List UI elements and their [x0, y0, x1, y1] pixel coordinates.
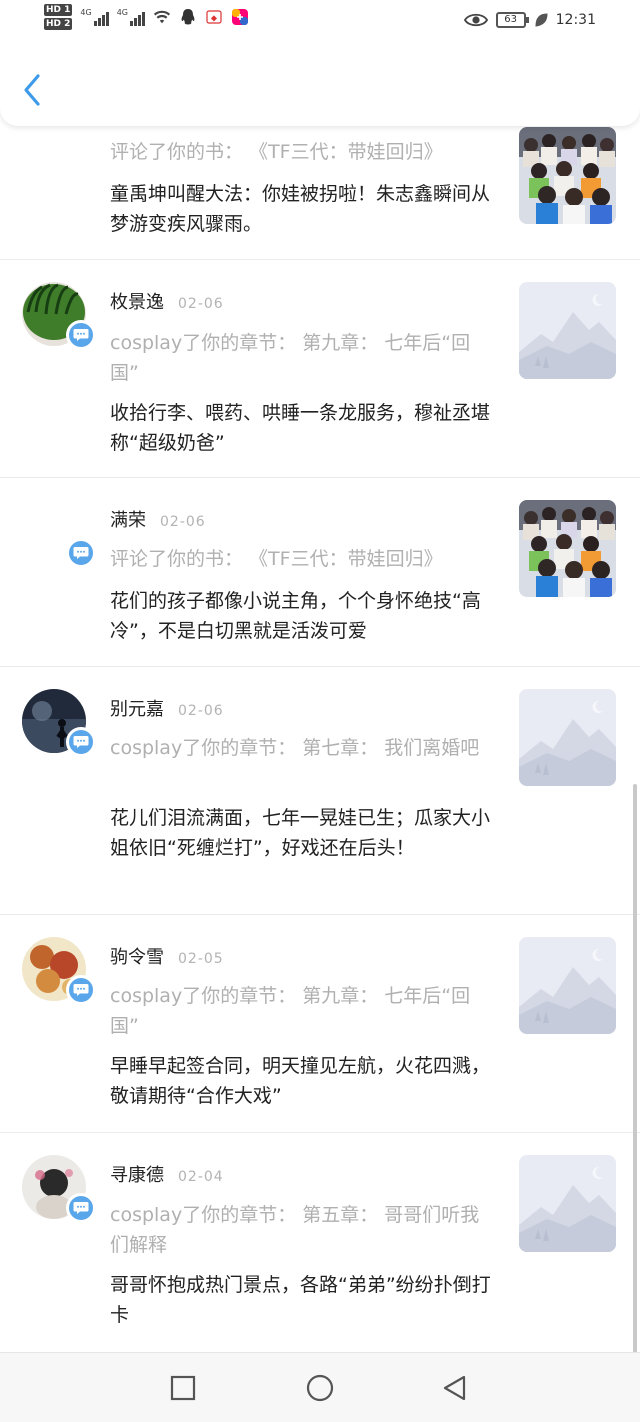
comment-badge-icon [66, 727, 96, 757]
list-item[interactable]: 别元嘉 02-06 cosplay了你的章节： 第七章： 我们离婚吧 花儿们泪流… [0, 667, 640, 915]
sim-indicators: HD 1 HD 2 [44, 4, 73, 30]
comment-content: 收拾行李、喂药、哄睡一条龙服务，穆祉丞堪称“超级奶爸” [110, 402, 491, 454]
name-row: 驹令雪 02-05 [110, 943, 224, 969]
avatar-group [22, 282, 96, 350]
user-name[interactable]: 满荣 [110, 506, 146, 532]
comment-content: 哥哥怀抱成热门景点，各路“弟弟”纷纷扑倒打卡 [110, 1274, 491, 1326]
action-text: 评论了你的书： 《TF三代：带娃回归》 [110, 548, 443, 570]
book-cover-thumbnail[interactable] [519, 127, 616, 224]
action-text: cosplay了你的章节： 第七章： 我们离婚吧 [110, 737, 480, 759]
network-type-1: 4G [80, 8, 92, 17]
avatar-group [22, 689, 96, 757]
app-notification-icon: ◆ [206, 10, 222, 24]
scrollbar[interactable] [633, 784, 637, 1354]
top-app-bar [0, 44, 640, 126]
signal-icon-2: 4G [117, 8, 145, 26]
status-right: 63 12:31 [463, 12, 596, 28]
app-icon [232, 9, 248, 25]
chapter-thumbnail[interactable] [519, 689, 616, 786]
signal-icon: 4G [80, 8, 109, 26]
comment-content: 花们的孩子都像小说主角，个个身怀绝技“高冷”，不是白切黑就是活泼可爱 [110, 590, 481, 642]
action-text: cosplay了你的章节： 第五章： 哥哥们听我们解释 [110, 1204, 480, 1256]
name-row: 满荣 02-06 [110, 506, 206, 532]
svg-text:◆: ◆ [211, 14, 218, 23]
status-left: HD 1 HD 2 4G 4G ◆ [44, 4, 249, 30]
chevron-left-icon[interactable] [18, 70, 48, 110]
action-text: cosplay了你的章节： 第九章： 七年后“回国” [110, 985, 471, 1037]
list-item[interactable]: 驹令雪 02-05 cosplay了你的章节： 第九章： 七年后“回国” 早睡早… [0, 915, 640, 1133]
system-navigation-bar [0, 1352, 640, 1422]
sim1-label: HD 1 [44, 4, 73, 16]
comment-content: 花儿们泪流满面，七年一晃娃已生；瓜家大小姐依旧“死缠烂打”，好戏还在后头！ [110, 807, 491, 859]
avatar-group [22, 500, 96, 568]
qq-icon [181, 9, 195, 25]
chapter-thumbnail[interactable] [519, 937, 616, 1034]
comment-badge-icon [66, 1193, 96, 1223]
book-cover-thumbnail[interactable] [519, 500, 616, 597]
name-row: 别元嘉 02-06 [110, 695, 224, 721]
clock: 12:31 [555, 12, 596, 28]
comment-badge-icon [66, 975, 96, 1005]
comment-content: 早睡早起签合同，明天撞见左航，火花四溅，敬请期待“合作大戏” [110, 1055, 491, 1107]
eye-comfort-icon [463, 13, 488, 27]
post-date: 02-05 [178, 951, 224, 967]
user-name[interactable]: 枚景逸 [110, 288, 164, 314]
wifi-icon [153, 10, 171, 24]
user-name[interactable]: 别元嘉 [110, 695, 164, 721]
comment-badge-icon [66, 538, 96, 568]
circle-icon[interactable] [305, 1373, 335, 1403]
battery-icon: 63 [495, 12, 529, 28]
avatar-group [22, 1155, 96, 1223]
post-date: 02-06 [178, 703, 224, 719]
status-bar: HD 1 HD 2 4G 4G ◆ 63 12:31 [0, 0, 640, 44]
list-item[interactable]: 寻康德 02-04 cosplay了你的章节： 第五章： 哥哥们听我们解释 哥哥… [0, 1133, 640, 1352]
avatar-group [22, 937, 96, 1005]
name-row: 枚景逸 02-06 [110, 288, 224, 314]
user-name[interactable]: 驹令雪 [110, 943, 164, 969]
network-type-2: 4G [116, 8, 128, 17]
leaf-icon [535, 13, 548, 27]
comment-content: 童禹坤叫醒大法：你娃被拐啦！朱志鑫瞬间从梦游变疾风骤雨。 [110, 183, 491, 235]
action-text: 评论了你的书： 《TF三代：带娃回归》 [110, 141, 443, 163]
triangle-back-icon[interactable] [440, 1373, 470, 1403]
square-icon[interactable] [168, 1373, 198, 1403]
list-item[interactable]: 满荣 02-06 评论了你的书： 《TF三代：带娃回归》 花们的孩子都像小说主角… [0, 478, 640, 667]
chapter-thumbnail[interactable] [519, 1155, 616, 1252]
post-date: 02-06 [178, 296, 224, 312]
comment-badge-icon [66, 320, 96, 350]
name-row: 寻康德 02-04 [110, 1161, 224, 1187]
action-text: cosplay了你的章节： 第九章： 七年后“回国” [110, 332, 471, 384]
post-date: 02-04 [178, 1169, 224, 1185]
sim2-label: HD 2 [44, 18, 73, 30]
user-name[interactable]: 寻康德 [110, 1161, 164, 1187]
post-date: 02-06 [160, 514, 206, 530]
list-item[interactable]: 枚景逸 02-06 cosplay了你的章节： 第九章： 七年后“回国” 收拾行… [0, 260, 640, 478]
chapter-thumbnail[interactable] [519, 282, 616, 379]
